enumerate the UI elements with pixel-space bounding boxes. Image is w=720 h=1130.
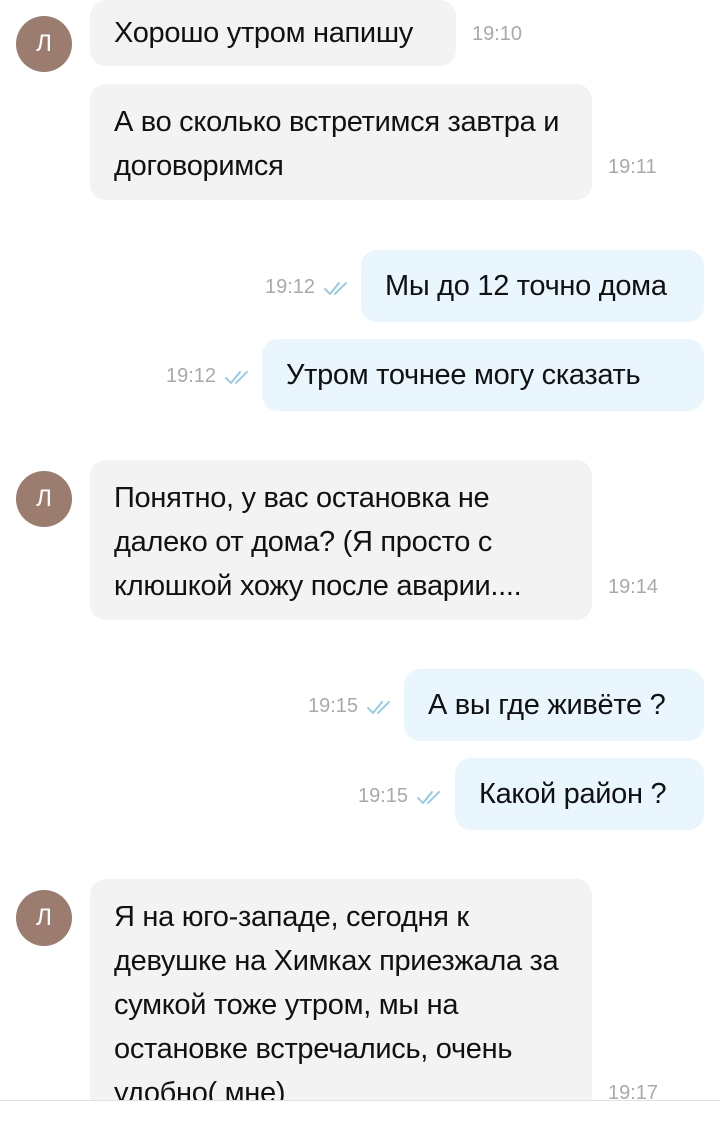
message-time: 19:12 [265, 276, 316, 298]
outgoing-message[interactable]: Мы до 12 точно дома [361, 250, 704, 322]
incoming-message[interactable]: Хорошо утром напишу [90, 0, 456, 66]
avatar[interactable]: Л [16, 471, 72, 527]
message-status: 19:15 [358, 785, 446, 808]
incoming-message[interactable]: Понятно, у вас остановка не далеко от до… [90, 460, 592, 620]
incoming-message[interactable]: А во сколько встретимся завтра и договор… [90, 84, 592, 200]
message-time: 19:12 [166, 365, 217, 387]
message-status: 19:12 [265, 276, 353, 299]
message-status: 19:12 [166, 365, 254, 388]
incoming-message[interactable]: Я на юго-западе, сегодня к девушке на Хи… [90, 879, 592, 1100]
outgoing-message[interactable]: Какой район ? [455, 758, 704, 830]
message-text: Какой район ? [479, 778, 667, 810]
avatar-letter: Л [36, 30, 52, 57]
outgoing-message[interactable]: Утром точнее могу сказать [262, 339, 704, 411]
outgoing-message[interactable]: А вы где живёте ? [404, 669, 704, 741]
message-time: 19:15 [308, 695, 359, 717]
double-check-icon [417, 790, 440, 804]
avatar-letter: Л [36, 904, 52, 931]
message-time: 19:10 [472, 23, 523, 45]
message-text: А во сколько встретимся завтра и договор… [114, 106, 560, 182]
message-time: 19:15 [358, 785, 409, 807]
message-text: Я на юго-западе, сегодня к девушке на Хи… [114, 901, 559, 1100]
avatar-letter: Л [36, 485, 52, 512]
message-status: 19:15 [308, 695, 396, 718]
double-check-icon [367, 700, 390, 714]
message-time: 19:11 [608, 156, 657, 178]
message-text: Хорошо утром напишу [114, 17, 413, 49]
bottom-bar [0, 1100, 720, 1130]
message-time: 19:14 [608, 576, 659, 598]
message-text: А вы где живёте ? [428, 689, 666, 721]
avatar[interactable]: Л [16, 890, 72, 946]
message-time: 19:17 [608, 1082, 659, 1100]
message-text: Понятно, у вас остановка не далеко от до… [114, 482, 522, 602]
double-check-icon [324, 281, 347, 295]
chat-message-list[interactable]: Л Хорошо утром напишу 19:10 А во сколько… [0, 0, 720, 1100]
message-text: Мы до 12 точно дома [385, 270, 667, 302]
avatar[interactable]: Л [16, 16, 72, 72]
message-text: Утром точнее могу сказать [286, 359, 641, 391]
double-check-icon [225, 370, 248, 384]
